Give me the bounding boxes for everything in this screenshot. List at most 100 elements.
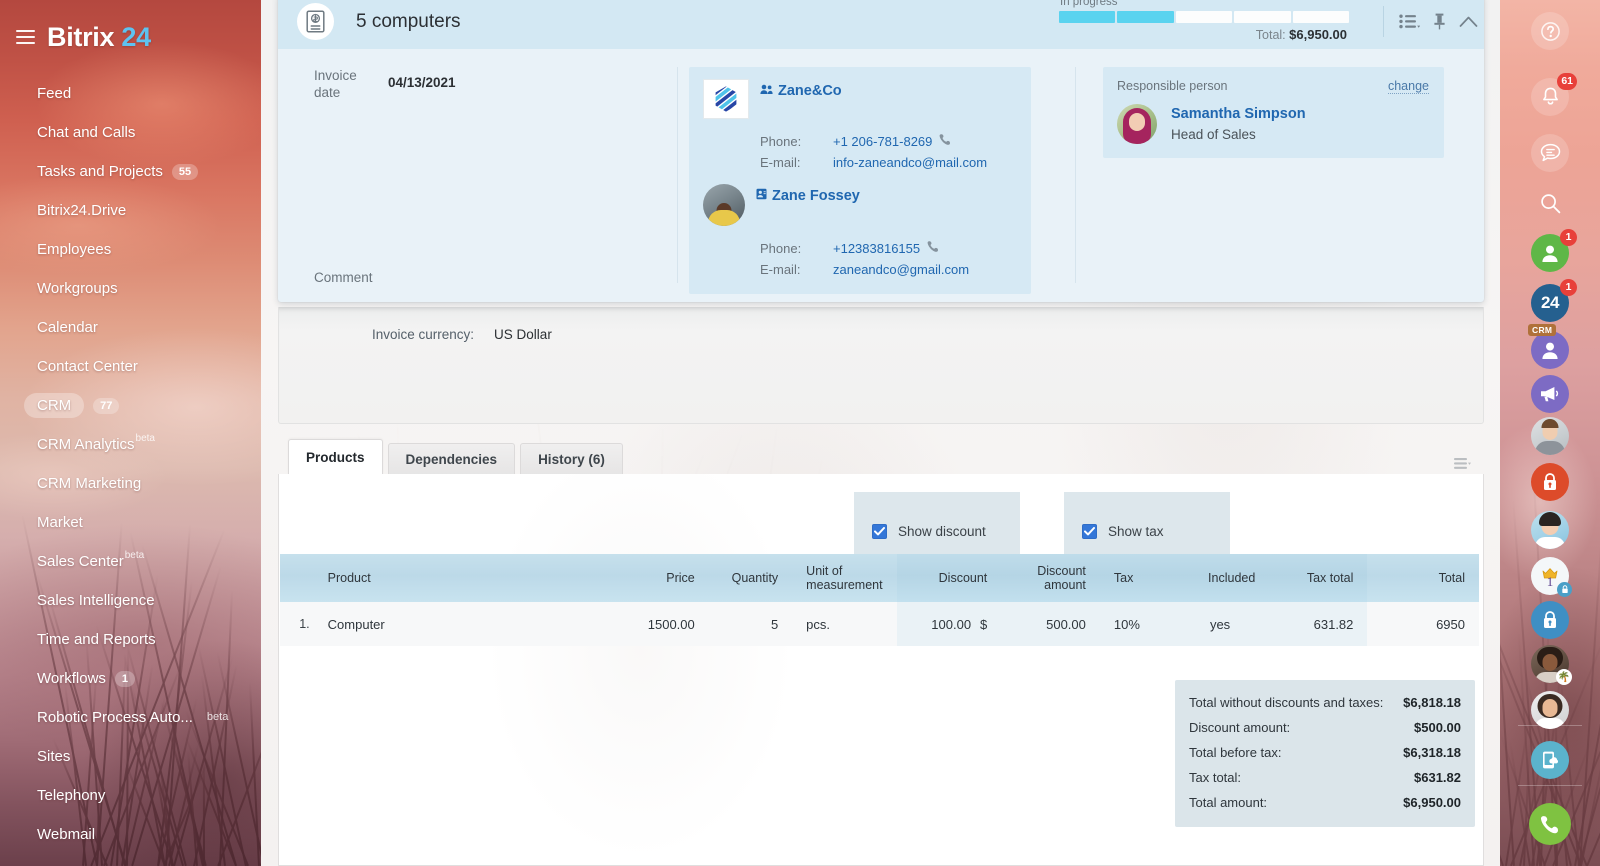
contact-avatar[interactable] — [703, 184, 745, 226]
sidebar-item-webmail[interactable]: Webmail — [0, 815, 261, 854]
sidebar-item-label: CRM Marketing — [37, 475, 142, 492]
row-included[interactable]: yes — [1170, 602, 1270, 646]
row-product[interactable]: Computer — [313, 602, 601, 646]
messages-chat-icon[interactable] — [1531, 134, 1569, 172]
total-label: Total without discounts and taxes: — [1189, 695, 1384, 710]
user-avatar-4[interactable] — [1531, 691, 1569, 729]
user-avatar-1[interactable] — [1531, 417, 1569, 455]
progress-segment[interactable] — [1059, 11, 1116, 23]
lock-red-icon[interactable] — [1531, 463, 1569, 501]
col-quantity[interactable]: Quantity — [708, 554, 793, 602]
sidebar-item-count: 77 — [93, 397, 120, 414]
progress-segment[interactable] — [1175, 11, 1233, 23]
bitrix24-icon[interactable]: 24 1 — [1531, 279, 1577, 322]
col-discount-amount[interactable]: Discount amount — [1001, 554, 1100, 602]
products-table-head: Product Price Quantity Unit of measureme… — [280, 554, 1479, 602]
sidebar-item-telephony[interactable]: Telephony — [0, 776, 261, 815]
progress-segment[interactable] — [1292, 11, 1350, 23]
col-price[interactable]: Price — [600, 554, 709, 602]
change-responsible-link[interactable]: change — [1387, 79, 1429, 94]
progress-segment[interactable] — [1117, 11, 1174, 23]
progress-bar[interactable] — [1059, 11, 1350, 23]
show-tax-checkbox[interactable] — [1082, 523, 1097, 539]
tab-dependencies[interactable]: Dependencies — [387, 443, 516, 475]
company-email-value[interactable]: info-zaneandco@mail.com — [833, 152, 987, 173]
col-tax[interactable]: Tax — [1099, 554, 1171, 602]
sidebar-item-market[interactable]: Market — [0, 503, 261, 542]
company-phone-value[interactable]: +1 206-781-8269 — [833, 131, 932, 152]
contact-green-icon[interactable]: 1 — [1531, 229, 1577, 272]
progress-segment[interactable] — [1234, 11, 1291, 23]
call-icon[interactable] — [939, 131, 952, 152]
tab-products[interactable]: Products — [288, 439, 383, 475]
call-icon[interactable] — [927, 238, 940, 259]
sidebar-item-calendar[interactable]: Calendar — [0, 308, 261, 347]
comment-label[interactable]: Comment — [314, 270, 373, 285]
col-unit[interactable]: Unit of measurement — [792, 554, 897, 602]
sidebar-item-employees[interactable]: Employees — [0, 230, 261, 269]
sidebar-item-contact-center[interactable]: Contact Center — [0, 347, 261, 386]
products-table: Product Price Quantity Unit of measureme… — [280, 554, 1479, 646]
row-quantity[interactable]: 5 — [708, 602, 793, 646]
hamburger-icon[interactable] — [16, 30, 35, 44]
sidebar-item-bitrix24-drive[interactable]: Bitrix24.Drive — [0, 191, 261, 230]
row-unit[interactable]: pcs. — [792, 602, 897, 646]
table-row[interactable]: 1. Computer 1500.00 5 pcs. 100.00 $ 500.… — [280, 602, 1479, 646]
bitrix24-logo[interactable]: Bitrix 24 — [47, 22, 151, 53]
avatar-face — [1542, 699, 1558, 717]
help-icon[interactable] — [1531, 12, 1569, 50]
main-content: Invoice currency: US Dollar 5 computers — [261, 0, 1500, 866]
notifications-bell-icon[interactable]: 61 — [1531, 73, 1577, 116]
tab-history-6[interactable]: History (6) — [520, 443, 623, 475]
row-total: 6950 — [1367, 602, 1479, 646]
show-discount-checkbox[interactable] — [872, 523, 887, 539]
invoice-currency-value[interactable]: US Dollar — [494, 327, 552, 342]
collapse-chevron-up-icon[interactable] — [1459, 15, 1478, 28]
row-tax-total[interactable]: 631.82 — [1269, 602, 1368, 646]
user-avatar-3-vacation[interactable]: 🌴 — [1531, 645, 1572, 685]
contact-name-link[interactable]: Zane Fossey — [756, 188, 860, 204]
sidebar-item-crm-marketing[interactable]: CRM Marketing — [0, 464, 261, 503]
list-view-icon[interactable] — [1399, 14, 1420, 29]
col-discount[interactable]: Discount — [896, 554, 1002, 602]
sidebar-item-crm-analytics[interactable]: CRM Analytics beta — [0, 425, 261, 464]
contact-phone-value[interactable]: +12383816155 — [833, 238, 920, 259]
sidebar-item-workflows[interactable]: Workflows 1 — [0, 659, 261, 698]
col-product[interactable]: Product — [313, 554, 601, 602]
responsible-person-name[interactable]: Samantha Simpson — [1171, 105, 1306, 124]
megaphone-icon[interactable] — [1531, 375, 1569, 413]
phone-call-green-icon[interactable] — [1529, 803, 1571, 845]
pin-icon[interactable] — [1433, 13, 1446, 30]
anniversary-one-icon[interactable]: 1 — [1531, 557, 1572, 597]
col-tax-total[interactable]: Tax total — [1269, 554, 1368, 602]
sidebar-item-crm[interactable]: CRM 77 — [0, 386, 261, 425]
user-avatar-2[interactable] — [1531, 511, 1569, 549]
crm-contact-icon[interactable]: CRM — [1528, 324, 1569, 369]
row-discount-amount[interactable]: 500.00 — [1001, 602, 1100, 646]
mobile-cloud-icon[interactable] — [1531, 741, 1569, 779]
contact-email-value[interactable]: zaneandco@gmail.com — [833, 259, 969, 280]
sidebar-item-sites[interactable]: Sites — [0, 737, 261, 776]
lock-blue-icon[interactable] — [1531, 601, 1569, 639]
invoice-date-value[interactable]: 04/13/2021 — [388, 67, 456, 90]
sidebar-item-sales-center[interactable]: Sales Center beta — [0, 542, 261, 581]
sidebar-item-sales-intelligence[interactable]: Sales Intelligence — [0, 581, 261, 620]
col-total[interactable]: Total — [1367, 554, 1479, 602]
row-tax[interactable]: 10% — [1099, 602, 1171, 646]
sidebar-item-workgroups[interactable]: Workgroups — [0, 269, 261, 308]
row-discount-value: 100.00 — [931, 616, 972, 632]
sidebar-item-feed[interactable]: Feed — [0, 74, 261, 113]
sidebar-item-tasks-and-projects[interactable]: Tasks and Projects 55 — [0, 152, 261, 191]
tabs-menu-icon[interactable] — [1454, 457, 1471, 470]
show-discount-toggle[interactable]: Show discount — [854, 492, 1020, 554]
sidebar-item-chat-and-calls[interactable]: Chat and Calls — [0, 113, 261, 152]
row-price[interactable]: 1500.00 — [600, 602, 709, 646]
company-name-link[interactable]: Zane&Co — [760, 83, 842, 99]
row-discount[interactable]: 100.00 $ — [896, 602, 1002, 646]
sidebar-item-robotic-process-auto[interactable]: Robotic Process Auto... beta — [0, 698, 261, 737]
responsible-avatar[interactable] — [1117, 104, 1157, 144]
sidebar-item-time-and-reports[interactable]: Time and Reports — [0, 620, 261, 659]
show-tax-toggle[interactable]: Show tax — [1064, 492, 1230, 554]
search-icon[interactable] — [1531, 184, 1569, 222]
col-included[interactable]: Included — [1170, 554, 1270, 602]
